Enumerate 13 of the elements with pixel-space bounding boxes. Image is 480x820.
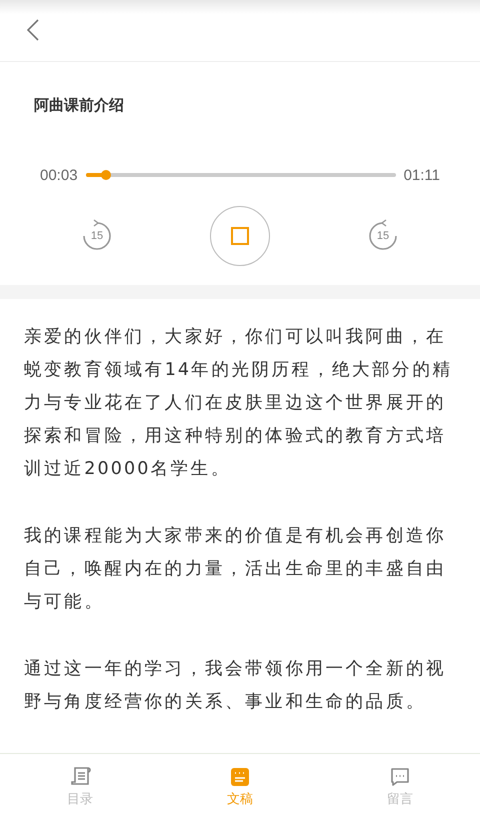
back-icon[interactable] xyxy=(27,19,39,42)
transcript-paragraph: 通过这一年的学习，我会带领你用一个全新的视野与角度经营你的关系、事业和生命的品质。 xyxy=(24,658,448,714)
chat-icon xyxy=(389,766,411,788)
transcript-paragraph: 亲爱的伙伴们，大家好，你们可以叫我阿曲，在蜕变教育领域有14年的光阴历程，绝大部分的精力与专业花在了人们在皮肤里边这个世界展开的探索和冒险，用这种特别的体验式的教育方式培训过近20000名学生。 xyxy=(24,326,454,482)
document-icon xyxy=(229,766,251,788)
rewind-button[interactable]: 15 xyxy=(80,218,114,253)
transcript-paragraph: 我的课程能为大家带来的价值是有机会再创造你自己，唤醒内在的力量，活出生命里的丰盛自由与可能。 xyxy=(24,525,448,614)
forward-button[interactable]: 15 xyxy=(366,218,400,253)
elapsed-time: 00:03 xyxy=(40,166,78,184)
audio-title: 阿曲课前介绍 xyxy=(34,96,125,115)
progress-track[interactable] xyxy=(86,173,396,178)
duration-time: 01:11 xyxy=(404,166,440,184)
slider-thumb[interactable] xyxy=(101,170,111,180)
